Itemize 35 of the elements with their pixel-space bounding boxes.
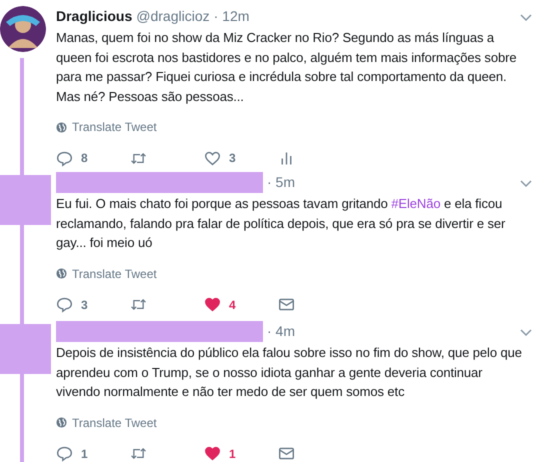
retweet-icon[interactable]: [130, 445, 147, 462]
user-handle[interactable]: @draglicioz: [136, 8, 210, 24]
globe-icon: [56, 417, 67, 428]
reply-icon[interactable]: [56, 445, 73, 462]
action-count: 1: [81, 446, 88, 460]
action-count: 3: [81, 298, 88, 312]
avatar[interactable]: [0, 6, 46, 52]
tweet-time[interactable]: · 4m: [267, 323, 295, 339]
heart-icon[interactable]: [204, 296, 221, 313]
action-count: 1: [229, 446, 236, 460]
reply-icon[interactable]: [56, 150, 73, 166]
action-count: 8: [81, 151, 88, 165]
translate-link[interactable]: Translate Tweet: [56, 416, 157, 430]
chevron-icon[interactable]: [520, 329, 532, 337]
tweet-text: Depois de insistência do público ela falou sobre isso no fim do show, que pelo que aprendeu com o Trump, se o nosso idiota ganhar a gente deveria continuar vivendo normalmente e não ter medo de ser quem somos etc: [56, 344, 523, 401]
heart-icon[interactable]: [204, 150, 221, 166]
chevron-icon[interactable]: [520, 180, 532, 188]
action-count: 4: [229, 298, 236, 312]
retweet-icon[interactable]: [130, 296, 147, 313]
tweet-time[interactable]: · 5m: [267, 174, 295, 190]
tweet-time[interactable]: · 12m: [214, 8, 250, 24]
globe-icon: [56, 268, 67, 279]
display-name[interactable]: Draglicious: [56, 8, 132, 24]
action-count: 3: [229, 151, 236, 165]
tweet-text: Eu fui. O mais chato foi porque as pessoas tavam gritando #EleNão e ela ficou reclamando, falando pra falar de política depois, que era só pra se divertir e ser gay... foi meio uó: [56, 195, 506, 252]
heart-icon[interactable]: [204, 445, 221, 462]
chevron-icon[interactable]: [520, 14, 532, 22]
globe-icon: [56, 122, 67, 132]
translate-link[interactable]: Translate Tweet: [56, 266, 157, 280]
reply-icon[interactable]: [56, 296, 73, 313]
envelope-icon[interactable]: [278, 296, 295, 313]
translate-link[interactable]: Translate Tweet: [56, 120, 157, 134]
envelope-icon[interactable]: [278, 445, 295, 462]
tweet-text: Manas, quem foi no show da Miz Cracker no Rio? Segundo as más línguas a queen foi escrota nos bastidores e no palco, alguém tem mais informações sobre para me passar? Fiquei curiosa e incrédula sobre tal comportamento da queen. Mas né? Pessoas são pessoas...: [56, 29, 518, 106]
hashtag-link[interactable]: #EleNão: [391, 196, 440, 211]
